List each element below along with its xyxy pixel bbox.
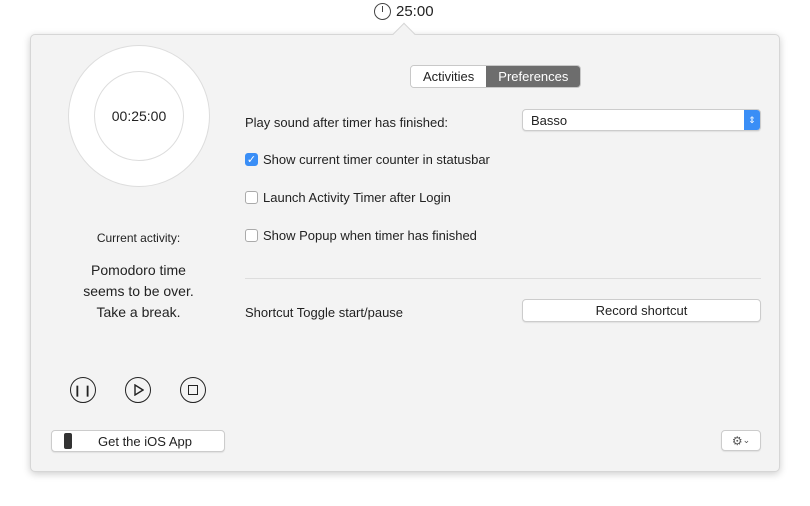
tab-preferences[interactable]: Preferences xyxy=(486,66,581,87)
sound-select[interactable]: Basso ⇕ xyxy=(522,109,761,131)
activity-message: Pomodoro time seems to be over. Take a b… xyxy=(31,260,246,323)
option-show-popup[interactable]: Show Popup when timer has finished xyxy=(245,228,477,243)
checkbox-icon[interactable] xyxy=(245,191,258,204)
option-label: Show current timer counter in statusbar xyxy=(263,152,490,167)
message-line: Pomodoro time xyxy=(91,262,186,278)
gear-icon: ⚙ xyxy=(731,433,743,448)
checkbox-icon[interactable] xyxy=(245,229,258,242)
phone-icon xyxy=(64,433,72,449)
stop-icon xyxy=(188,385,198,395)
popup-window: Activities Preferences 00:25:00 Current … xyxy=(30,34,780,472)
option-label: Show Popup when timer has finished xyxy=(263,228,477,243)
checkbox-checked-icon[interactable]: ✓ xyxy=(245,153,258,166)
option-show-counter[interactable]: ✓ Show current timer counter in statusbar xyxy=(245,152,490,167)
clock-icon xyxy=(374,3,391,20)
chevron-updown-icon: ⇕ xyxy=(744,110,760,130)
timer-ring: 00:25:00 xyxy=(68,45,210,187)
sound-label: Play sound after timer has finished: xyxy=(245,115,449,130)
play-button[interactable] xyxy=(125,377,151,403)
record-shortcut-button[interactable]: Record shortcut xyxy=(522,299,761,322)
play-icon xyxy=(134,384,144,396)
message-line: Take a break. xyxy=(96,304,181,320)
statusbar-item[interactable]: 25:00 xyxy=(374,3,434,20)
settings-menu-button[interactable]: ⚙ ⌄ xyxy=(721,430,761,451)
get-ios-app-button[interactable]: Get the iOS App xyxy=(51,430,225,452)
option-label: Launch Activity Timer after Login xyxy=(263,190,451,205)
statusbar-time: 25:00 xyxy=(396,3,434,20)
pause-button[interactable]: ❙❙ xyxy=(70,377,96,403)
timer-display: 00:25:00 xyxy=(94,71,184,161)
current-activity-label: Current activity: xyxy=(96,231,181,245)
option-launch-login[interactable]: Launch Activity Timer after Login xyxy=(245,190,451,205)
sound-value: Basso xyxy=(531,112,568,128)
ios-button-label: Get the iOS App xyxy=(98,433,192,449)
stop-button[interactable] xyxy=(180,377,206,403)
message-line: seems to be over. xyxy=(83,283,194,299)
tab-activities[interactable]: Activities xyxy=(411,66,487,87)
divider xyxy=(245,278,761,279)
shortcut-label: Shortcut Toggle start/pause xyxy=(245,305,404,320)
tab-control: Activities Preferences xyxy=(410,65,582,88)
pause-icon: ❙❙ xyxy=(72,384,94,397)
chevron-down-icon: ⌄ xyxy=(742,435,751,445)
